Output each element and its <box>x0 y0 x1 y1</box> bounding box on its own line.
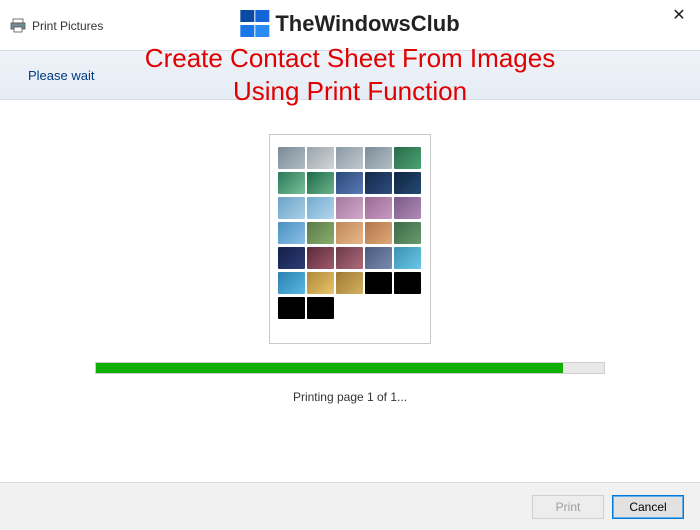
status-text: Printing page 1 of 1... <box>293 390 407 404</box>
preview-thumb <box>278 272 305 294</box>
preview-thumb <box>365 197 392 219</box>
preview-row <box>278 272 422 294</box>
preview-thumb <box>307 172 334 194</box>
print-button: Print <box>532 495 604 519</box>
progress-fill <box>96 363 563 373</box>
preview-row <box>278 147 422 169</box>
preview-thumb <box>336 272 363 294</box>
preview-thumb <box>365 147 392 169</box>
preview-thumb <box>307 147 334 169</box>
preview-thumb <box>394 197 421 219</box>
cancel-button[interactable]: Cancel <box>612 495 684 519</box>
preview-thumb <box>278 197 305 219</box>
brand-logo-icon <box>240 10 272 38</box>
preview-thumb <box>336 197 363 219</box>
preview-thumb <box>394 172 421 194</box>
brand-name: TheWindowsClub <box>275 11 459 37</box>
preview-thumb <box>336 147 363 169</box>
preview-thumb <box>278 222 305 244</box>
preview-thumb <box>278 297 305 319</box>
preview-thumb <box>336 222 363 244</box>
preview-thumb <box>278 147 305 169</box>
preview-row <box>278 297 422 319</box>
preview-row <box>278 172 422 194</box>
preview-thumb <box>278 247 305 269</box>
preview-thumb <box>394 222 421 244</box>
preview-thumb <box>394 147 421 169</box>
main-area: Printing page 1 of 1... <box>0 100 700 410</box>
preview-thumb <box>336 172 363 194</box>
preview-thumb <box>307 272 334 294</box>
preview-thumb <box>394 247 421 269</box>
preview-thumb <box>365 247 392 269</box>
dialog-footer: Print Cancel <box>0 482 700 530</box>
preview-thumb <box>365 172 392 194</box>
progress-bar <box>95 362 605 374</box>
overlay-caption: Create Contact Sheet From Images Using P… <box>145 42 555 107</box>
printer-icon <box>10 18 26 34</box>
preview-thumb <box>307 222 334 244</box>
preview-thumb <box>394 272 421 294</box>
close-button[interactable]: ✕ <box>670 6 688 24</box>
preview-thumb <box>307 297 334 319</box>
overlay-line2: Using Print Function <box>145 75 555 108</box>
preview-thumb <box>307 197 334 219</box>
preview-thumb <box>365 272 392 294</box>
brand-watermark: TheWindowsClub <box>240 10 459 38</box>
preview-thumb <box>307 247 334 269</box>
contact-sheet-preview <box>269 134 431 344</box>
overlay-line1: Create Contact Sheet From Images <box>145 42 555 75</box>
window-title: Print Pictures <box>32 19 103 33</box>
preview-thumb <box>365 222 392 244</box>
preview-thumb <box>278 172 305 194</box>
preview-thumb <box>336 247 363 269</box>
preview-row <box>278 197 422 219</box>
preview-row <box>278 247 422 269</box>
close-icon: ✕ <box>672 5 685 25</box>
preview-row <box>278 222 422 244</box>
instruction-text: Please wait <box>28 68 94 83</box>
